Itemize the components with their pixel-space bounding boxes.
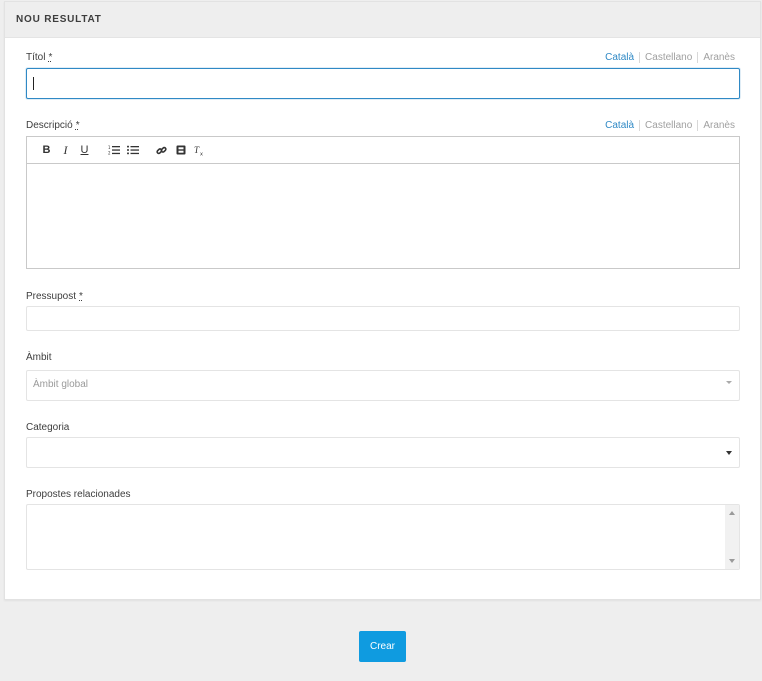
description-label: Descripció *	[26, 120, 80, 131]
category-label: Categoria	[26, 422, 70, 433]
tab-castellano[interactable]: Castellano	[640, 120, 697, 131]
tab-aranes[interactable]: Aranès	[698, 52, 735, 63]
svg-text:2: 2	[108, 151, 111, 156]
link-icon[interactable]	[152, 141, 171, 159]
tab-aranes[interactable]: Aranès	[698, 120, 735, 131]
scroll-up-arrow-icon[interactable]	[729, 511, 735, 515]
create-button[interactable]: Crear	[359, 631, 406, 662]
scope-label: Àmbit	[26, 352, 52, 363]
scope-select[interactable]: Àmbit global	[26, 370, 740, 401]
card-title: NOU RESULTAT	[16, 14, 102, 25]
related-proposals-label: Propostes relacionades	[26, 489, 131, 500]
tab-catala[interactable]: Català	[600, 120, 639, 131]
required-mark: *	[75, 120, 80, 131]
budget-input[interactable]	[26, 306, 740, 331]
svg-text:1: 1	[108, 145, 111, 150]
bullet-list-icon[interactable]	[123, 141, 142, 159]
title-language-tabs: Català Castellano Aranès	[600, 52, 735, 63]
budget-label: Pressupost *	[26, 291, 83, 302]
description-editor: B I U 12 Tx	[26, 136, 740, 269]
related-proposals-list[interactable]	[26, 504, 740, 570]
ordered-list-icon[interactable]: 12	[104, 141, 123, 159]
title-label: Títol *	[26, 52, 53, 63]
new-result-card: NOU RESULTAT Títol * Català Castellano Ar…	[4, 1, 761, 600]
required-mark: *	[48, 52, 53, 63]
italic-button[interactable]: I	[56, 141, 75, 159]
underline-button[interactable]: U	[75, 141, 94, 159]
video-icon[interactable]	[171, 141, 190, 159]
tab-castellano[interactable]: Castellano	[640, 52, 697, 63]
required-mark: *	[79, 291, 83, 302]
scroll-down-arrow-icon[interactable]	[729, 559, 735, 563]
card-header: NOU RESULTAT	[5, 2, 760, 38]
category-select[interactable]	[26, 437, 740, 468]
text-caret	[33, 77, 34, 90]
tab-catala[interactable]: Català	[600, 52, 639, 63]
editor-toolbar: B I U 12 Tx	[27, 137, 739, 164]
chevron-down-icon	[726, 381, 732, 384]
svg-text:x: x	[200, 151, 203, 156]
title-input[interactable]	[26, 68, 740, 99]
chevron-down-icon	[726, 451, 732, 455]
bold-button[interactable]: B	[37, 141, 56, 159]
scope-selected-value: Àmbit global	[33, 379, 89, 390]
clear-format-icon[interactable]: Tx	[190, 141, 209, 159]
scrollbar[interactable]	[725, 505, 739, 569]
description-language-tabs: Català Castellano Aranès	[600, 120, 735, 131]
